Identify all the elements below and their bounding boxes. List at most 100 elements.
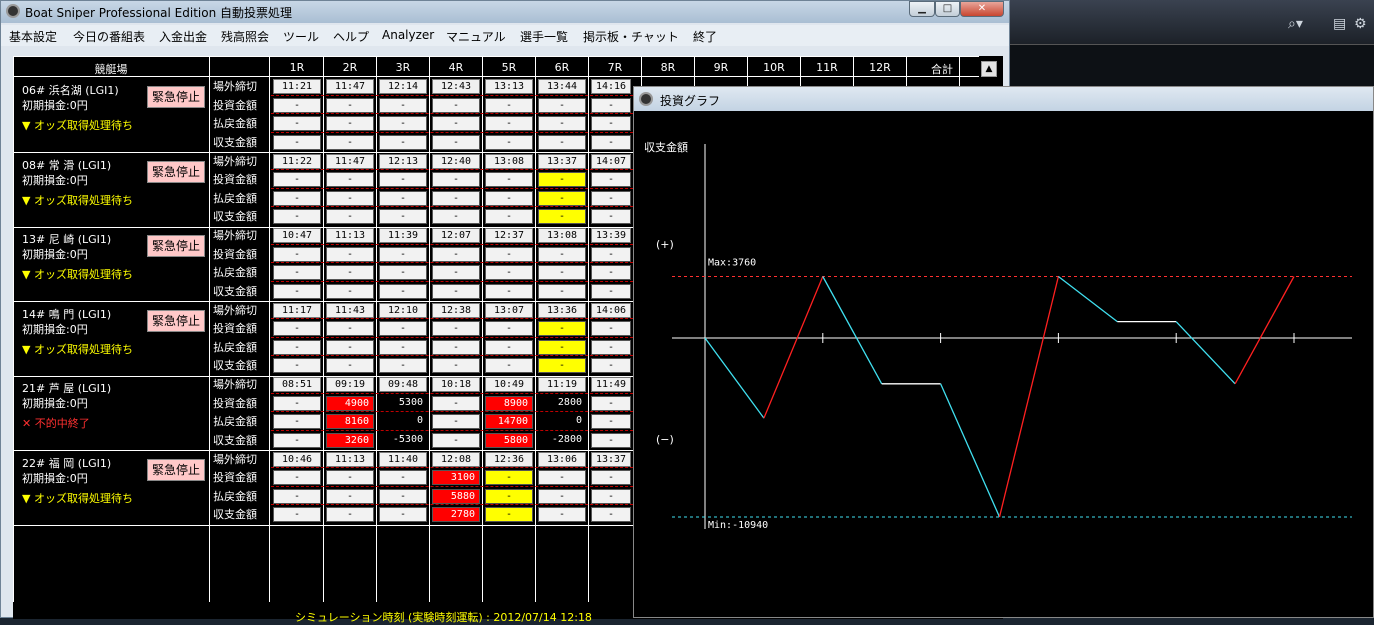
amount-cell: -: [273, 432, 321, 448]
row-label: 場外締切: [213, 80, 257, 93]
menu-item-4[interactable]: ツール: [283, 28, 319, 45]
menu-item-1[interactable]: 今日の番組表: [73, 28, 145, 45]
amount-cell: -: [485, 358, 533, 374]
race-header-2R: 2R: [342, 61, 358, 74]
deadline-time: 12:13: [379, 153, 427, 169]
menu-item-2[interactable]: 入金出金: [159, 28, 207, 45]
amount-cell: -: [273, 507, 321, 523]
deadline-time: 10:47: [273, 228, 321, 243]
amount-cell: -: [485, 172, 533, 188]
venue-status: ✕ 不的中終了: [22, 417, 90, 430]
row-label: 払戻金額: [213, 117, 257, 131]
menu-item-0[interactable]: 基本設定: [9, 28, 57, 45]
maximize-button[interactable]: □: [935, 1, 960, 17]
race-header-12R: 12R: [869, 61, 891, 74]
menu-item-3[interactable]: 残高照会: [221, 28, 269, 45]
venue-header: 競艇場: [94, 63, 128, 76]
deadline-time: 13:37: [538, 153, 586, 169]
amount-cell: -: [538, 134, 586, 150]
amount-cell: 8160: [326, 414, 374, 430]
venue-initial-loss: 初期損金:0円: [22, 248, 88, 261]
amount-cell: -: [432, 172, 480, 188]
amount-cell: -: [485, 246, 533, 262]
grid-top-line: [13, 56, 979, 57]
amount-cell: -: [379, 116, 427, 132]
balance-segment: [1175, 321, 1236, 385]
amount-cell: -: [432, 283, 480, 299]
race-header-8R: 8R: [660, 61, 676, 74]
minimize-button[interactable]: ▁: [909, 1, 935, 17]
amount-cell: -: [591, 488, 631, 504]
venue-status: ▼ オッズ取得処理待ち: [22, 119, 133, 132]
menu-bar: 基本設定 今日の番組表 入金出金 残高照会 ツール ヘルプ Analyzer マニュアル 選手一…: [1, 25, 1009, 46]
amount-cell: -: [326, 358, 374, 374]
amount-cell: -: [591, 116, 631, 132]
amount-cell: -: [538, 97, 586, 113]
row-dashed-line: [271, 392, 643, 394]
amount-cell: -: [538, 246, 586, 262]
menu-item-8[interactable]: 選手一覧: [520, 28, 568, 45]
emergency-stop-button[interactable]: 緊急停止: [147, 458, 205, 481]
min-label: Min:-10940: [708, 520, 768, 531]
amount-cell: -: [538, 488, 586, 504]
minus-label: (−): [656, 433, 674, 446]
scroll-up-button[interactable]: ▲: [981, 61, 997, 77]
gear-icon[interactable]: ⚙: [1354, 16, 1367, 32]
investment-graph-window: 投資グラフ 収支金額 (+) (−) Max:3760 Min:-10940: [633, 86, 1374, 618]
amount-cell: -: [379, 265, 427, 281]
amount-cell: -: [273, 190, 321, 206]
row-dashed-line: [271, 113, 643, 115]
deadline-time: 14:16: [591, 79, 631, 94]
row-label: 投資金額: [213, 98, 257, 112]
search-icon[interactable]: ⌕▾: [1288, 16, 1303, 32]
app-icon: [6, 4, 20, 18]
y-axis-label: 収支金額: [644, 140, 688, 154]
deadline-time: 11:22: [273, 153, 321, 169]
race-header-7R: 7R: [607, 61, 623, 74]
amount-cell: -: [379, 246, 427, 262]
deadline-time: 11:19: [538, 377, 586, 392]
amount-cell: -: [591, 134, 631, 150]
menu-item-5[interactable]: ヘルプ: [333, 28, 369, 45]
amount-cell: -: [326, 265, 374, 281]
amount-cell: -: [538, 470, 586, 486]
row-label: 払戻金額: [213, 340, 257, 354]
menu-item-9[interactable]: 掲示板・チャット: [583, 28, 679, 45]
amount-cell: -: [485, 265, 533, 281]
close-button[interactable]: ✕: [960, 1, 1004, 17]
amount-cell: -: [538, 358, 586, 374]
amount-cell: -: [379, 97, 427, 113]
amount-cell: 5880: [432, 488, 480, 504]
row-dashed-line: [271, 187, 643, 189]
emergency-stop-button[interactable]: 緊急停止: [147, 309, 205, 332]
race-header-3R: 3R: [395, 61, 411, 74]
amount-cell: -: [485, 488, 533, 504]
amount-cell: -: [432, 190, 480, 206]
amount-cell: -: [273, 172, 321, 188]
row-dashed-line: [271, 206, 643, 208]
balance-segment: [940, 383, 1001, 518]
emergency-stop-button[interactable]: 緊急停止: [147, 235, 205, 257]
deadline-time: 13:37: [591, 451, 631, 467]
amount-cell: -: [485, 339, 533, 355]
menu-item-10[interactable]: 終了: [693, 28, 717, 45]
row-label: 収支金額: [213, 135, 257, 149]
page-icon[interactable]: ▤: [1333, 16, 1346, 32]
menu-item-6[interactable]: Analyzer: [382, 28, 434, 42]
amount-cell: -: [538, 265, 586, 281]
deadline-time: 13:36: [538, 302, 586, 318]
amount-cell: -: [538, 283, 586, 299]
background-toolbar: [1008, 0, 1374, 45]
amount-cell: -: [591, 339, 631, 355]
menu-item-7[interactable]: マニュアル: [446, 28, 506, 45]
emergency-stop-button[interactable]: 緊急停止: [147, 86, 205, 108]
deadline-time: 09:19: [326, 377, 374, 392]
deadline-time: 12:43: [432, 79, 480, 94]
amount-cell: 8900: [485, 395, 533, 411]
amount-cell: -: [379, 470, 427, 486]
emergency-stop-button[interactable]: 緊急停止: [147, 160, 205, 183]
deadline-time: 11:17: [273, 302, 321, 318]
graph-app-icon: [639, 92, 653, 106]
deadline-time: 11:47: [326, 153, 374, 169]
race-header-10R: 10R: [763, 61, 785, 74]
